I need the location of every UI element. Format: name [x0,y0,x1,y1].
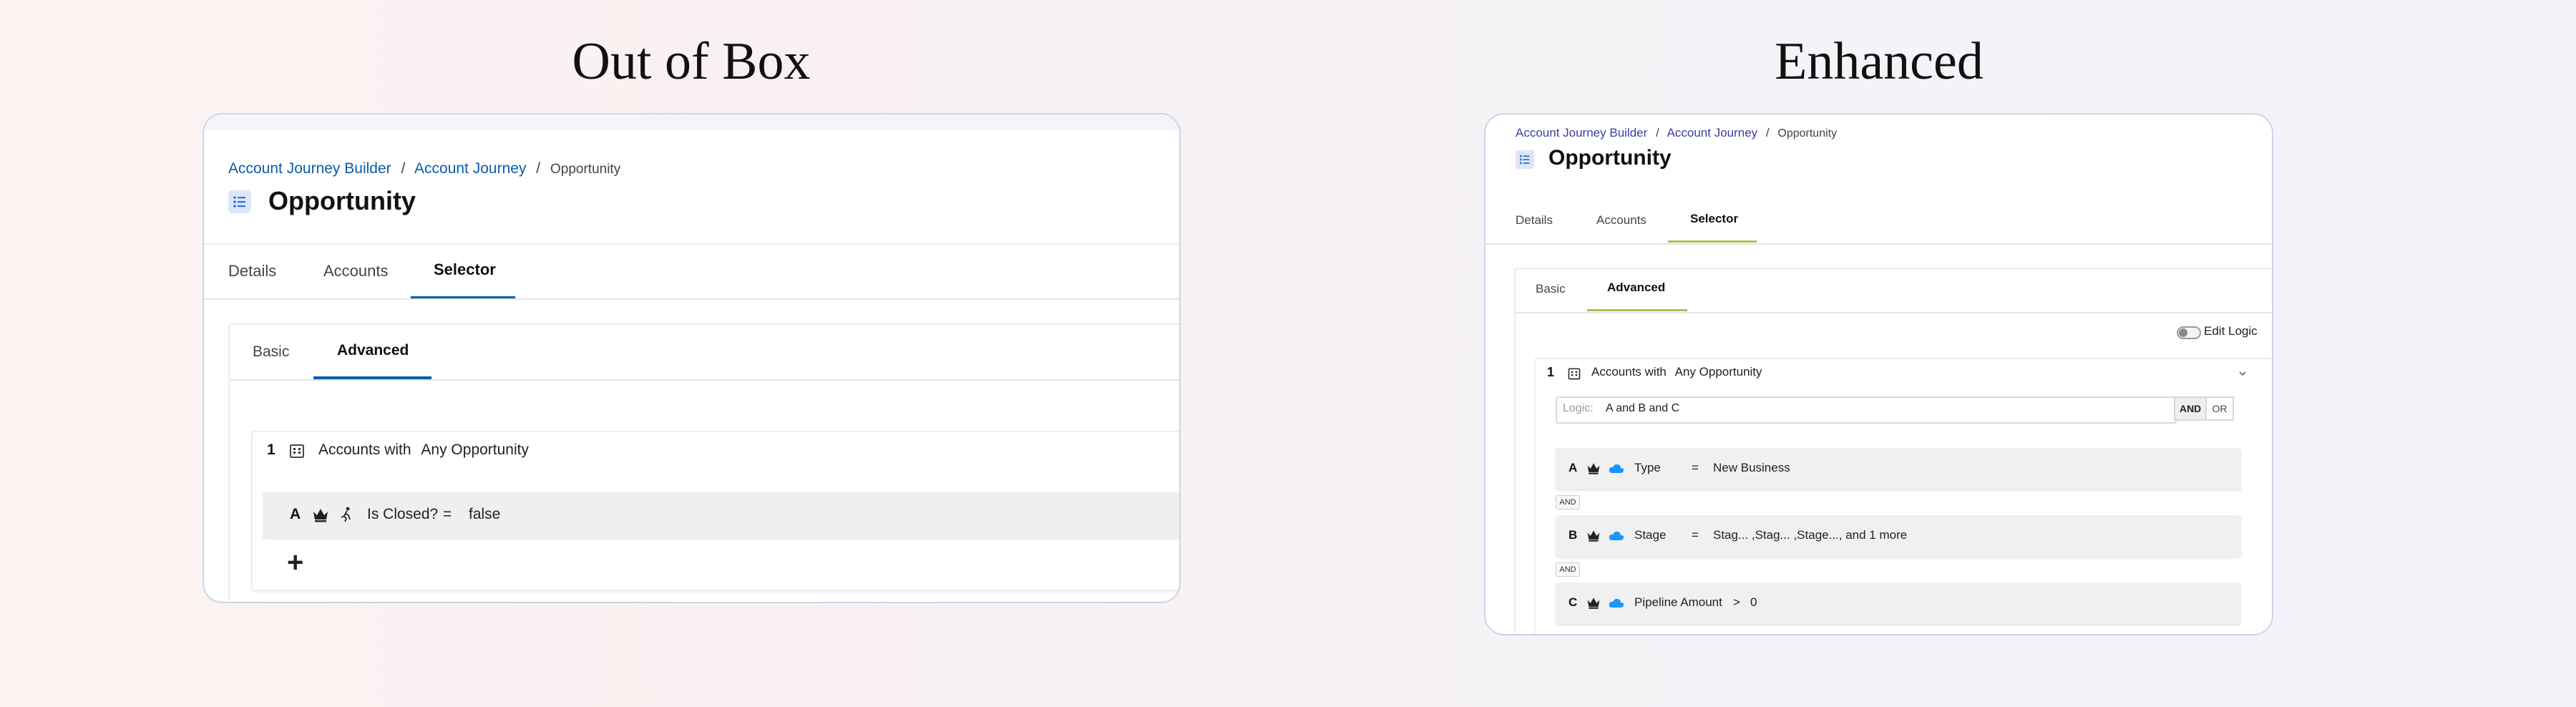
breadcrumb-separator: / [1656,126,1659,140]
crown-icon [1586,528,1601,542]
logic-input-value: A and B and C [1606,402,1680,414]
breadcrumb-account-journey-builder[interactable]: Account Journey Builder [1516,126,1647,140]
add-condition-button[interactable]: + [287,547,303,579]
group-label: Accounts with Any Opportunity [318,442,529,459]
subtab-basic[interactable]: Basic [253,343,289,361]
condition-operator: = [1692,461,1699,474]
condition-letter: A [1568,461,1578,474]
condition-value: 0 [1750,595,1757,609]
breadcrumb: Account Journey Builder / Account Journe… [1516,126,1837,140]
crown-icon [1586,461,1601,475]
building-icon [288,442,306,459]
group-label: Accounts with Any Opportunity [1591,365,1762,379]
breadcrumb-account-journey-builder[interactable]: Account Journey Builder [228,160,391,177]
breadcrumb-current: Opportunity [550,162,621,177]
condition-field: Type [1634,461,1661,474]
heading-out-of-box: Out of Box [572,32,811,91]
list-icon [1516,150,1534,169]
crown-icon [1586,595,1601,610]
breadcrumb-separator: / [401,160,406,177]
cloud-icon [1609,463,1624,474]
tab-details[interactable]: Details [228,262,276,281]
top-strip [204,114,1179,130]
chevron-down-icon[interactable] [2238,370,2247,377]
group-number: 1 [267,442,275,458]
out-of-box-window: Account Journey Builder / Account Journe… [203,113,1181,603]
page-title: Opportunity [268,186,416,215]
breadcrumb: Account Journey Builder / Account Journe… [228,160,620,177]
page-title: Opportunity [1548,146,1672,170]
tab-selector[interactable]: Selector [1690,212,1738,226]
group-object-value[interactable]: Any Opportunity [1675,365,1762,379]
toggle-knob [2179,328,2187,337]
condition-field: Is Closed? [367,506,439,522]
logic-input-label: Logic: [1563,402,1594,414]
breadcrumb-account-journey[interactable]: Account Journey [1667,126,1758,140]
tab-selector[interactable]: Selector [434,260,496,279]
subtab-advanced[interactable]: Advanced [1607,281,1665,295]
subtab-basic[interactable]: Basic [1536,282,1566,296]
breadcrumb-current: Opportunity [1777,127,1838,140]
subtab-advanced-underline [1587,309,1687,311]
breadcrumb-separator: / [1765,126,1770,140]
condition-letter: B [1568,528,1578,542]
condition-value: Stag... ,Stag... ,Stage..., and 1 more [1713,528,1908,542]
group-object-value[interactable]: Any Opportunity [421,442,529,458]
logic-or-button[interactable]: OR [2205,396,2234,421]
tab-accounts[interactable]: Accounts [323,262,389,281]
person-running-icon [338,506,354,523]
group-number: 1 [1547,365,1555,379]
crown-icon [311,506,330,523]
cloud-icon [1609,530,1624,542]
edit-logic-label: Edit Logic [2204,324,2258,338]
connector-badge: AND [1556,495,1580,509]
condition-operator: > [1733,595,1740,609]
edit-logic-toggle[interactable] [2177,326,2201,339]
building-icon [1567,366,1581,381]
cloud-icon [1609,598,1624,609]
condition-letter: C [1568,595,1578,609]
group-label-text: Accounts with [318,442,411,458]
condition-field: Pipeline Amount [1634,595,1722,609]
enhanced-window: Account Journey Builder / Account Journe… [1484,113,2273,635]
connector-badge: AND [1556,562,1580,577]
group-label-text: Accounts with [1591,365,1667,379]
logic-and-button[interactable]: AND [2174,396,2207,421]
tab-details[interactable]: Details [1516,213,1553,228]
condition-value: New Business [1713,461,1790,474]
breadcrumb-account-journey[interactable]: Account Journey [414,160,526,177]
condition-field: Stage [1634,528,1667,542]
condition-value: false [469,506,501,522]
tab-selector-underline [1668,240,1757,243]
tab-accounts[interactable]: Accounts [1596,213,1646,228]
heading-enhanced: Enhanced [1775,32,1984,91]
subtab-advanced[interactable]: Advanced [337,342,409,359]
list-icon [228,190,251,213]
condition-operator: = [1692,528,1699,542]
condition-letter: A [290,506,301,522]
breadcrumb-separator: / [536,160,541,177]
condition-operator: = [443,506,452,522]
